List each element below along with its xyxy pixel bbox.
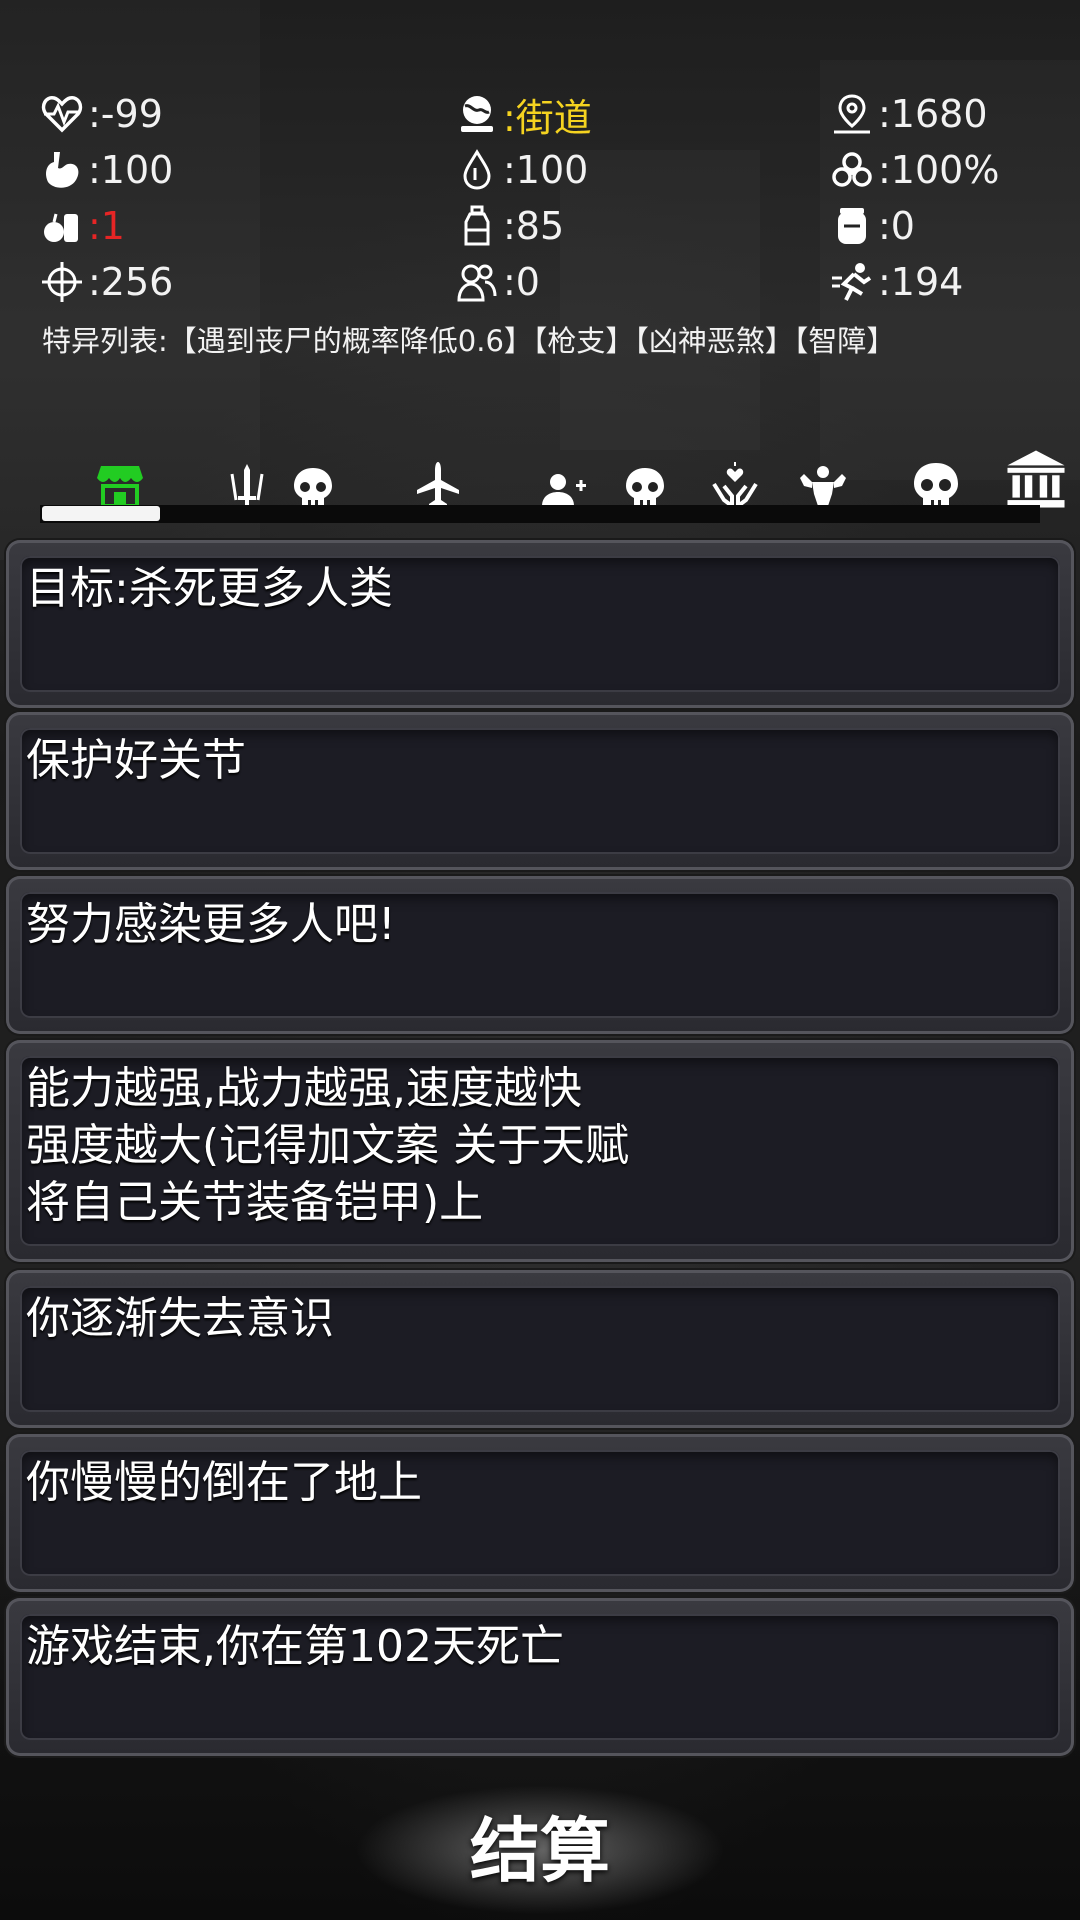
water-value: :85	[503, 204, 565, 248]
log-card: 努力感染更多人吧!	[6, 876, 1074, 1034]
biohazard-icon	[832, 152, 872, 187]
settle-button[interactable]: 结算	[440, 1800, 640, 1892]
companions-stat: :0	[455, 256, 540, 308]
location-stat: :街道	[455, 88, 592, 140]
log-card: 你慢慢的倒在了地上	[6, 1434, 1074, 1592]
tab-skull-3[interactable]	[908, 440, 964, 510]
distance-value: :1680	[878, 92, 988, 136]
tab-travel[interactable]	[410, 440, 466, 510]
hunger-value: :100	[88, 148, 174, 192]
speed-value: :194	[878, 260, 964, 304]
infection-value: :100%	[878, 148, 1000, 192]
tab-skull-2[interactable]	[620, 440, 670, 510]
active-tab-indicator	[42, 506, 160, 521]
log-text: 你慢慢的倒在了地上	[26, 1457, 422, 1508]
log-card: 保护好关节	[6, 712, 1074, 870]
thirst-value: :100	[503, 148, 589, 192]
tab-strength[interactable]	[795, 440, 851, 510]
strength-icon	[800, 466, 846, 506]
skull-icon	[294, 468, 332, 506]
log-text: 保护好关节	[26, 735, 246, 786]
tab-weapons[interactable]	[222, 440, 272, 510]
speed-stat: :194	[830, 256, 963, 308]
jar-icon	[838, 208, 866, 244]
running-icon	[832, 263, 872, 301]
health-value: :-99	[88, 92, 163, 136]
food-icon	[44, 213, 78, 242]
group-icon	[457, 264, 497, 302]
globe-person-icon	[461, 96, 493, 132]
water-drop-icon	[463, 149, 491, 190]
tab-recruit[interactable]	[538, 440, 588, 510]
log-text: 努力感染更多人吧!	[26, 899, 396, 950]
stomach-icon	[46, 152, 79, 188]
shop-icon	[97, 466, 143, 508]
ammo-value: :0	[878, 204, 915, 248]
swords-icon	[230, 464, 264, 508]
bottle-icon	[464, 205, 490, 246]
hunger-stat: :100	[40, 144, 173, 196]
tab-bank[interactable]	[1005, 440, 1067, 510]
food-stat: :1	[40, 200, 125, 252]
log-card: 游戏结束,你在第102天死亡	[6, 1598, 1074, 1756]
map-pin-icon	[834, 94, 870, 134]
heart-hands-icon	[712, 462, 758, 510]
stats-panel: :-99 :街道 :1680 :100 :100 :100% :1:85:0…	[40, 88, 1060, 312]
health-stat: :-99	[40, 88, 163, 140]
traits-list: 特异列表:【遇到丧尸的概率降低0.6】【枪支】【凶神恶煞】【智障】	[42, 324, 896, 358]
log-text: 能力越强,战力越强,速度越快 强度越大(记得加文案 关于天赋 将自己关节装备铠甲…	[26, 1063, 630, 1228]
tab-track	[40, 505, 1040, 523]
log-text: 目标:杀死更多人类	[26, 563, 393, 614]
crosshair-icon	[42, 262, 82, 302]
tab-skull-1[interactable]	[288, 440, 338, 510]
ammo-stat: :0	[830, 200, 915, 252]
accuracy-stat: :256	[40, 256, 173, 308]
log-text: 游戏结束,你在第102天死亡	[26, 1621, 564, 1672]
location-value: :街道	[503, 95, 592, 140]
tab-shop[interactable]	[95, 440, 145, 510]
log-card: 目标:杀死更多人类	[6, 540, 1074, 708]
tab-care[interactable]	[710, 440, 760, 510]
water-stat: :85	[455, 200, 564, 252]
infection-stat: :100%	[830, 144, 999, 196]
distance-stat: :1680	[830, 88, 988, 140]
log-card: 能力越强,战力越强,速度越快 强度越大(记得加文案 关于天赋 将自己关节装备铠甲…	[6, 1040, 1074, 1262]
plane-icon	[417, 462, 459, 507]
log-card: 你逐渐失去意识	[6, 1270, 1074, 1428]
skull-icon-2	[626, 468, 664, 506]
companions-value: :0	[503, 260, 540, 304]
heartbeat-icon	[41, 96, 83, 133]
add-person-icon	[542, 474, 586, 506]
thirst-stat: :100	[455, 144, 588, 196]
food-value: :1	[88, 204, 125, 248]
log-text: 你逐渐失去意识	[26, 1293, 334, 1344]
accuracy-value: :256	[88, 260, 174, 304]
bank-icon	[1007, 450, 1065, 508]
skull-icon-3	[914, 463, 958, 507]
